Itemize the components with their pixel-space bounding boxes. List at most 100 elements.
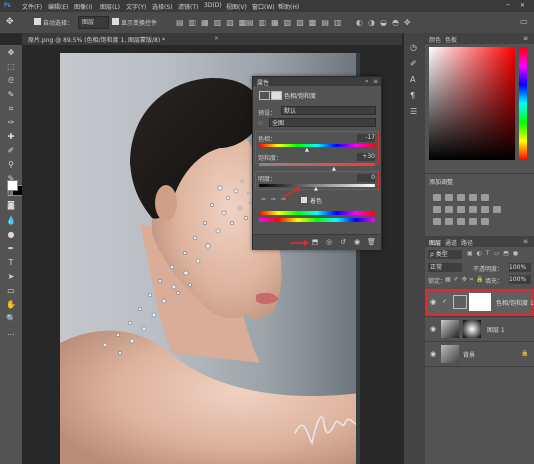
- eye-icon[interactable]: ◉: [430, 325, 436, 333]
- photo-filter-icon[interactable]: [469, 206, 477, 213]
- saturation-slider-track[interactable]: [259, 163, 375, 166]
- menu-file[interactable]: 文件(F): [22, 2, 42, 11]
- tab-layers[interactable]: 图层: [429, 238, 441, 247]
- healing-brush-icon[interactable]: ✚: [5, 131, 17, 143]
- vibrance-icon[interactable]: [481, 194, 489, 201]
- properties-icon[interactable]: ☰: [410, 107, 417, 116]
- workspace-icon[interactable]: ▭: [520, 17, 528, 26]
- menu-type[interactable]: 文字(Y): [126, 2, 146, 11]
- hue-spectrum-bar[interactable]: [519, 47, 527, 160]
- menu-view[interactable]: 视图(V): [226, 2, 247, 11]
- eyedropper-icon[interactable]: ✑: [5, 117, 17, 129]
- quick-select-icon[interactable]: ✎: [5, 89, 17, 101]
- brush-tool-icon[interactable]: ✐: [5, 145, 17, 157]
- blur-tool-icon[interactable]: 💧: [5, 215, 17, 227]
- minimize-button[interactable]: ─: [506, 2, 510, 9]
- color-panel-menu-icon[interactable]: ≡: [523, 35, 528, 42]
- move-tool-icon[interactable]: ✥: [6, 17, 14, 27]
- hue-slider-handle[interactable]: ▲: [305, 147, 309, 153]
- saturation-value-input[interactable]: +30: [357, 153, 375, 161]
- crop-tool-icon[interactable]: ⌗: [5, 103, 17, 115]
- align-icons[interactable]: ▤▥▦▧▨▩: [176, 18, 251, 27]
- properties-titlebar[interactable]: 属性 » ≡: [253, 77, 381, 87]
- brush-settings-icon[interactable]: ✐: [410, 59, 417, 68]
- invert-icon[interactable]: [433, 218, 441, 225]
- color-picker-field[interactable]: [429, 47, 515, 160]
- auto-select-checkbox[interactable]: [34, 18, 41, 25]
- 3d-mode-icons[interactable]: ◐◑◒◓✥: [356, 18, 416, 27]
- eyedropper-plus-icon[interactable]: ✑: [271, 196, 276, 203]
- eyedropper-icon[interactable]: ✑: [261, 196, 266, 203]
- close-button[interactable]: ✕: [520, 2, 525, 9]
- menu-window[interactable]: 窗口(W): [252, 2, 275, 11]
- collapse-icon[interactable]: »: [365, 78, 369, 85]
- tab-swatches[interactable]: 色板: [445, 35, 457, 44]
- pen-tool-icon[interactable]: ✒: [5, 243, 17, 255]
- channel-dropdown[interactable]: 全图: [269, 118, 376, 127]
- menu-help[interactable]: 帮助(H): [278, 2, 299, 11]
- mask-icon[interactable]: [271, 91, 282, 100]
- dodge-tool-icon[interactable]: ●: [5, 229, 17, 241]
- stamp-tool-icon[interactable]: ⚲: [5, 159, 17, 171]
- distribute-icons[interactable]: ▤▥▦▧▨▩▤▥: [246, 18, 346, 27]
- exposure-icon[interactable]: [469, 194, 477, 201]
- type-tool-icon[interactable]: T: [5, 257, 17, 269]
- history-icon[interactable]: ◷: [410, 43, 417, 52]
- zoom-tool-icon[interactable]: 🔍: [5, 313, 17, 325]
- tab-color[interactable]: 颜色: [429, 35, 441, 44]
- opacity-input[interactable]: 100%: [509, 263, 531, 272]
- marquee-tool-icon[interactable]: ⬚: [5, 61, 17, 73]
- layer-row-layer1[interactable]: ◉ 图层 1: [425, 317, 534, 342]
- channel-mixer-icon[interactable]: [481, 206, 489, 213]
- menu-filter[interactable]: 滤镜(T): [178, 2, 198, 11]
- foreground-color-swatch[interactable]: [7, 180, 18, 191]
- shape-tool-icon[interactable]: ▭: [5, 285, 17, 297]
- hue-sat-icon[interactable]: [433, 206, 441, 213]
- move-tool-icon[interactable]: ✥: [5, 47, 17, 59]
- view-previous-icon[interactable]: ◎: [325, 238, 333, 246]
- close-tab-icon[interactable]: ×: [214, 35, 219, 42]
- tab-channels[interactable]: 通道: [445, 238, 457, 247]
- layer-mask-thumbnail[interactable]: [463, 320, 481, 338]
- posterize-icon[interactable]: [445, 218, 453, 225]
- hand-tool-icon[interactable]: ✋: [5, 299, 17, 311]
- layer-filter-icons[interactable]: ▣◐T▭⬒●: [467, 250, 522, 257]
- more-tools-icon[interactable]: …: [5, 327, 17, 339]
- selective-color-icon[interactable]: [481, 218, 489, 225]
- threshold-icon[interactable]: [457, 218, 465, 225]
- visibility-icon[interactable]: ◉: [353, 238, 361, 246]
- menu-image[interactable]: 图像(I): [74, 2, 92, 11]
- targeted-adjust-icon[interactable]: ☞: [258, 120, 263, 127]
- hue-value-input[interactable]: -17: [357, 134, 375, 142]
- clip-to-layer-icon[interactable]: ⬒: [311, 238, 319, 246]
- layer-row-background[interactable]: ◉ 背景 🔒: [425, 342, 534, 367]
- hue-slider-track[interactable]: [259, 144, 375, 147]
- fill-input[interactable]: 100%: [509, 275, 531, 284]
- character-icon[interactable]: A: [410, 75, 415, 84]
- layers-menu-icon[interactable]: ≡: [523, 238, 528, 245]
- layer-kind-filter[interactable]: ρ 类型: [428, 250, 462, 259]
- levels-icon[interactable]: [445, 194, 453, 201]
- color-lookup-icon[interactable]: [493, 206, 501, 213]
- tab-paths[interactable]: 路径: [461, 238, 473, 247]
- lightness-slider-handle[interactable]: ▲: [314, 186, 318, 192]
- color-balance-icon[interactable]: [445, 206, 453, 213]
- layer-row-hue-sat[interactable]: ◉ ✓ 色相/饱和度 1: [425, 289, 534, 317]
- menu-layer[interactable]: 图层(L): [100, 2, 120, 11]
- paragraph-icon[interactable]: ¶: [410, 91, 415, 100]
- path-select-icon[interactable]: ➤: [5, 271, 17, 283]
- eye-icon[interactable]: ◉: [430, 350, 436, 358]
- menu-edit[interactable]: 编辑(E): [48, 2, 68, 11]
- menu-3d[interactable]: 3D(D): [204, 2, 222, 9]
- lasso-tool-icon[interactable]: ᘓ: [5, 75, 17, 87]
- document-tab[interactable]: 原片.png @ 89.5% (色相/饱和度 1, 图层蒙版/8) * ×: [22, 33, 402, 45]
- menu-select[interactable]: 选择(S): [152, 2, 173, 11]
- black-white-icon[interactable]: [457, 206, 465, 213]
- transform-checkbox[interactable]: [112, 18, 119, 25]
- lightness-value-input[interactable]: 0: [357, 174, 375, 182]
- auto-select-dropdown[interactable]: 图层: [78, 16, 109, 29]
- layer-mask-thumbnail[interactable]: [469, 293, 491, 311]
- quick-mask-icon[interactable]: ◙: [5, 199, 17, 211]
- lock-icons[interactable]: ▦✐✥⌗🔒: [445, 276, 487, 284]
- panel-menu-icon[interactable]: ≡: [373, 78, 378, 85]
